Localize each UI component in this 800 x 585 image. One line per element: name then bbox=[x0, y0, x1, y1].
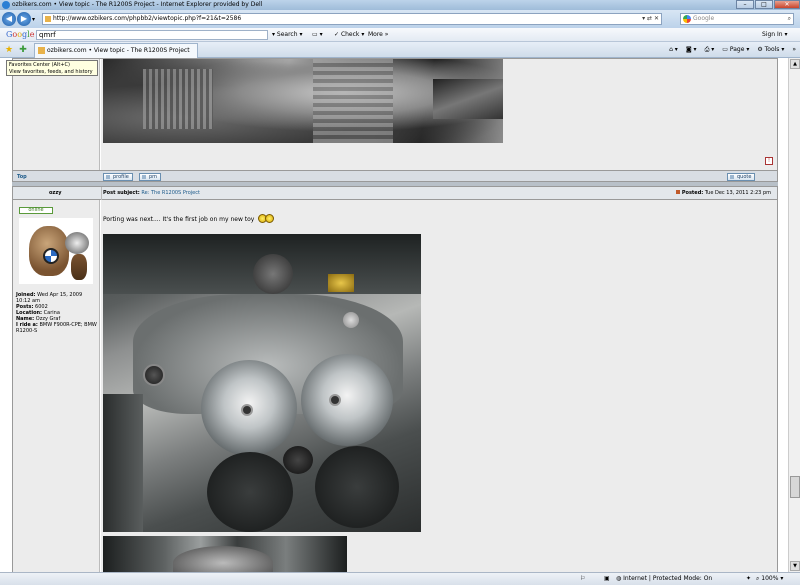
forward-arrow-icon[interactable]: ▶ bbox=[17, 12, 31, 26]
home-icon[interactable]: ⌂ ▾ bbox=[669, 42, 678, 58]
engine-photo-previous bbox=[103, 59, 503, 143]
google-icon bbox=[683, 15, 691, 23]
internet-zone[interactable]: ◍ Internet | Protected Mode: On bbox=[616, 573, 712, 585]
favorites-tooltip: Favorites Center (Alt+C) View favorites,… bbox=[6, 60, 98, 76]
vertical-scrollbar[interactable]: ▲ ▼ bbox=[788, 58, 800, 572]
tab-label: ozbikers.com • View topic - The R1200S P… bbox=[47, 47, 190, 54]
profile-button[interactable]: profile bbox=[103, 173, 133, 181]
add-favorite-icon[interactable]: ✚ bbox=[17, 44, 29, 56]
check-button[interactable]: ✓ Check ▾ bbox=[334, 28, 364, 42]
post-message: Porting was next.... It's the first job … bbox=[103, 214, 275, 225]
prev-post-author-col bbox=[13, 59, 100, 183]
prev-post-footer: Top profile pm quote bbox=[12, 170, 778, 182]
post-content: Porting was next.... It's the first job … bbox=[101, 200, 777, 572]
refresh-stop-icons[interactable]: ▾ ⇄ ✕ bbox=[642, 14, 659, 24]
window-title: ozbikers.com • View topic - The R1200S P… bbox=[12, 1, 263, 8]
google-query-input[interactable]: qmrf bbox=[36, 30, 268, 40]
author-details: Joined: Wed Apr 15, 2009 10:12 am Posts:… bbox=[16, 292, 98, 334]
post-subject: Post subject: Re: The R1200S Project bbox=[103, 190, 200, 196]
report-icon[interactable]: ! bbox=[765, 157, 773, 165]
previous-post: ! bbox=[12, 58, 778, 184]
smiley-icon bbox=[258, 214, 275, 225]
window-title-bar: ozbikers.com • View topic - The R1200S P… bbox=[0, 0, 800, 10]
detail-joined: Joined: Wed Apr 15, 2009 10:12 am bbox=[16, 292, 83, 304]
post-header: ozzy Post subject: Re: The R1200S Projec… bbox=[12, 186, 778, 201]
window-controls: – □ ✕ bbox=[735, 0, 800, 10]
zoom-level[interactable]: ⌕ 100% ▾ bbox=[756, 573, 783, 585]
post-date: Posted: Tue Dec 13, 2011 2:23 pm bbox=[676, 190, 771, 196]
popup-icon[interactable]: ▣ bbox=[604, 573, 610, 585]
scroll-down-arrow-icon[interactable]: ▼ bbox=[790, 561, 800, 571]
tab-row: ★ ✚ ozbikers.com • View topic - The R120… bbox=[0, 42, 800, 58]
pm-button[interactable]: pm bbox=[139, 173, 162, 181]
toolbar-options-icon[interactable]: ▭ ▾ bbox=[312, 28, 323, 42]
address-bar[interactable]: http://www.ozbikers.com/phpbb2/viewtopic… bbox=[42, 13, 662, 25]
post-subject-link[interactable]: Re: The R1200S Project bbox=[141, 190, 200, 196]
tooltip-line-2: View favorites, feeds, and history bbox=[9, 69, 93, 75]
maximize-button[interactable]: □ bbox=[755, 0, 773, 9]
google-toolbar: Google qmrf ▾ Search ▾ ▭ ▾ ✓ Check ▾ Mor… bbox=[0, 28, 800, 42]
dropdown-arrow-icon[interactable]: ▾ bbox=[32, 16, 35, 23]
signin-button[interactable]: Sign In ▾ bbox=[762, 28, 788, 42]
security-icon[interactable]: ⚐ bbox=[580, 573, 585, 585]
avatar[interactable] bbox=[19, 218, 93, 284]
post-icon[interactable] bbox=[676, 190, 681, 194]
tools-menu[interactable]: ⚙ Tools ▾ bbox=[757, 42, 784, 58]
print-icon[interactable]: ⎙ ▾ bbox=[705, 42, 715, 58]
cylinder-head-photo[interactable] bbox=[103, 234, 421, 532]
page-content: ! Top profile pm quote ozzy Post subject… bbox=[0, 58, 788, 572]
post-body: online Joined: Wed Apr 15, 2009 10:12 am… bbox=[12, 200, 778, 572]
protected-mode-icon[interactable]: ✦ bbox=[746, 573, 751, 585]
top-link[interactable]: Top bbox=[17, 174, 27, 180]
close-button[interactable]: ✕ bbox=[774, 0, 800, 9]
scroll-up-arrow-icon[interactable]: ▲ bbox=[790, 59, 800, 69]
scroll-thumb[interactable] bbox=[790, 476, 800, 498]
post-author-col: online Joined: Wed Apr 15, 2009 10:12 am… bbox=[13, 200, 100, 572]
command-bar: ⌂ ▾ ◙ ▾ ⎙ ▾ ▭ Page ▾ ⚙ Tools ▾ » bbox=[669, 42, 796, 58]
status-bar: ⚐ ▣ ◍ Internet | Protected Mode: On ✦ ⌕ … bbox=[0, 572, 800, 585]
prev-post-body: ! bbox=[101, 59, 777, 183]
online-badge: online bbox=[19, 207, 53, 214]
google-search-button[interactable]: ▾ Search ▾ bbox=[272, 28, 302, 42]
back-arrow-icon[interactable]: ◀ bbox=[2, 12, 16, 26]
help-icon[interactable]: » bbox=[792, 42, 796, 58]
feeds-icon[interactable]: ◙ ▾ bbox=[686, 42, 697, 58]
address-row: ◀ ▶ ▾ http://www.ozbikers.com/phpbb2/vie… bbox=[0, 10, 800, 28]
tab-active[interactable]: ozbikers.com • View topic - The R1200S P… bbox=[34, 43, 198, 58]
page-menu[interactable]: ▭ Page ▾ bbox=[722, 42, 749, 58]
favorites-star-icon[interactable]: ★ bbox=[3, 44, 15, 56]
search-icon[interactable]: ⌕ bbox=[788, 14, 791, 24]
tab-page-icon bbox=[38, 47, 45, 54]
ie-icon bbox=[2, 1, 10, 9]
more-button[interactable]: More » bbox=[368, 28, 388, 42]
post-author[interactable]: ozzy bbox=[49, 190, 62, 196]
detail-ride: I ride a: BMW F900R-CPE; BMW R1200-S bbox=[16, 322, 97, 334]
minimize-button[interactable]: – bbox=[736, 0, 754, 9]
engine-photo-next[interactable] bbox=[103, 536, 347, 572]
google-logo: Google bbox=[6, 30, 35, 39]
tooltip-line-1: Favorites Center (Alt+C) bbox=[9, 62, 70, 68]
search-input[interactable]: Google ⌕ bbox=[680, 13, 794, 25]
search-placeholder: Google bbox=[693, 15, 715, 22]
quote-button-prev[interactable]: quote bbox=[727, 173, 756, 181]
page-icon bbox=[45, 16, 51, 22]
address-url: http://www.ozbikers.com/phpbb2/viewtopic… bbox=[53, 15, 242, 22]
